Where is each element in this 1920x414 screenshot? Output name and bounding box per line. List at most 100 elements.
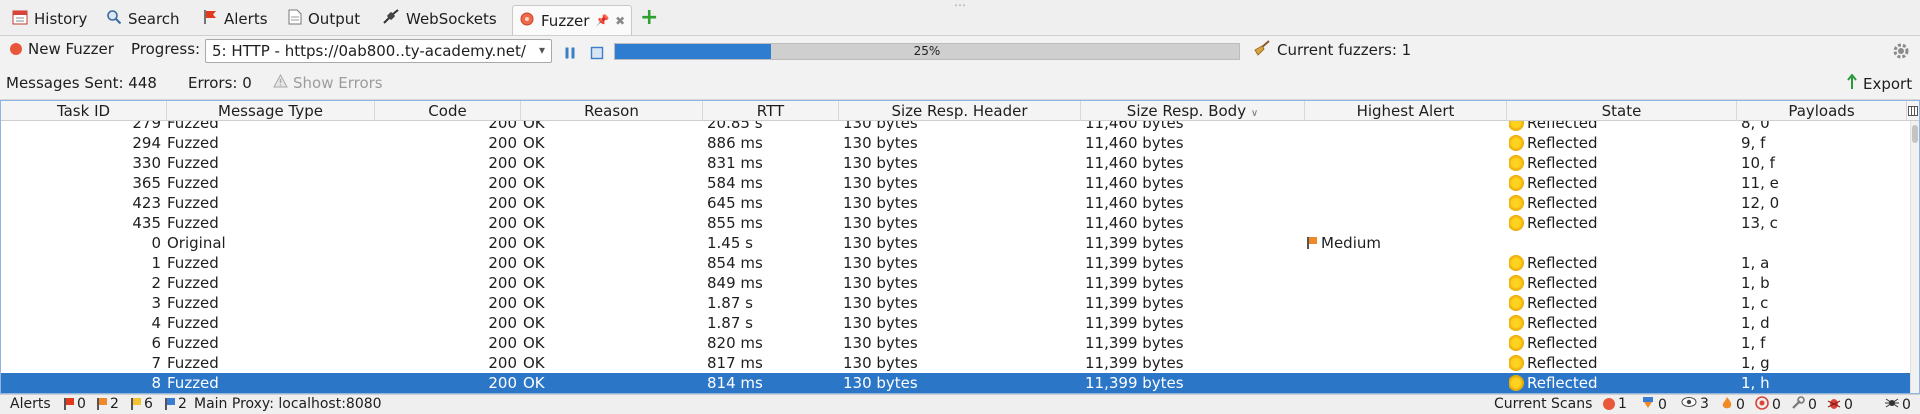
cell-task-id-text: 365	[132, 174, 161, 192]
vertical-scrollbar[interactable]	[1910, 121, 1919, 393]
table-row[interactable]: 3 Fuzzed 200 OK 1.87 s 130 bytes 11,399 bytes R…	[1, 293, 1910, 313]
table-row[interactable]: 423 Fuzzed 200 OK 645 ms 130 bytes 11,460 byte…	[1, 193, 1910, 213]
column-state[interactable]: State	[1507, 101, 1737, 121]
scan-spider[interactable]: 1	[1603, 396, 1627, 412]
scan-active[interactable]: 0	[1721, 396, 1745, 414]
cell-message-type-text: Fuzzed	[167, 194, 219, 212]
table-row[interactable]: 279 Fuzzed 200 OK 20.85 s 130 bytes 11,460 byt…	[1, 121, 1910, 133]
column-rtt[interactable]: RTT	[703, 101, 839, 121]
scan-forced-browse[interactable]: 0	[1755, 396, 1781, 414]
table-row[interactable]: 6 Fuzzed 200 OK 820 ms 130 bytes 11,399 bytes R…	[1, 333, 1910, 353]
cell-state-text: Reflected	[1527, 254, 1598, 272]
cell-code: 200	[375, 333, 517, 353]
tab-output-label: Output	[308, 10, 361, 28]
export-button[interactable]: Export	[1846, 73, 1912, 94]
wrench-icon	[1791, 396, 1805, 414]
cell-rtt: 855 ms	[707, 213, 837, 233]
cell-reason-text: OK	[523, 334, 545, 352]
cell-rtt: 849 ms	[707, 273, 837, 293]
cell-message-type: Fuzzed	[167, 373, 367, 393]
cell-task-id: 0	[1, 233, 161, 253]
footer-alert-info[interactable]: 2	[165, 396, 187, 412]
cell-size-resp-header-text: 130 bytes	[843, 314, 918, 332]
new-fuzzer-button[interactable]: New Fuzzer	[10, 40, 114, 58]
cell-rtt: 645 ms	[707, 193, 837, 213]
tab-history[interactable]: History	[6, 6, 93, 32]
cell-payloads-text: 8, 0	[1741, 121, 1770, 132]
table-row[interactable]: 7 Fuzzed 200 OK 817 ms 130 bytes 11,399 bytes R…	[1, 353, 1910, 373]
table-row[interactable]: 365 Fuzzed 200 OK 584 ms 130 bytes 11,460 byte…	[1, 173, 1910, 193]
tab-fuzzer[interactable]: Fuzzer 📌 ✖	[512, 5, 633, 35]
cell-state-text: Reflected	[1527, 314, 1598, 332]
table-row[interactable]: 2 Fuzzed 200 OK 849 ms 130 bytes 11,399 bytes R…	[1, 273, 1910, 293]
fuzzer-toolbar: New Fuzzer Progress: 5: HTTP - https://0…	[0, 36, 1920, 66]
table-row[interactable]: 330 Fuzzed 200 OK 831 ms 130 bytes 11,460 byte…	[1, 153, 1910, 173]
tab-search[interactable]: Search	[100, 6, 186, 32]
cell-task-id: 6	[1, 333, 161, 353]
scan-fuzzer[interactable]: 0	[1791, 396, 1817, 414]
scan-passive[interactable]: 3	[1681, 396, 1709, 412]
column-size-resp-header[interactable]: Size Resp. Header	[839, 101, 1081, 121]
cell-payloads-text: 1, d	[1741, 314, 1770, 332]
footer-alert-low[interactable]: 6	[131, 396, 153, 412]
cell-task-id-text: 4	[151, 314, 161, 332]
cell-state-text: Reflected	[1527, 294, 1598, 312]
table-row[interactable]: 294 Fuzzed 200 OK 886 ms 130 bytes 11,460 byte…	[1, 133, 1910, 153]
add-tab-icon[interactable]: +	[640, 6, 658, 30]
column-chooser-button[interactable]	[1907, 101, 1919, 121]
cell-task-id-text: 435	[132, 214, 161, 232]
reflected-sun-icon	[1509, 196, 1523, 210]
scrollbar-thumb[interactable]	[1912, 125, 1918, 143]
footer-alerts-label: Alerts	[10, 396, 51, 412]
cell-size-resp-body-text: 11,399 bytes	[1085, 374, 1184, 392]
pin-icon[interactable]: 📌	[595, 14, 609, 27]
cell-highest-alert-text: Medium	[1321, 234, 1381, 252]
table-row[interactable]: 0 Original 200 OK 1.45 s 130 bytes 11,399 byte…	[1, 233, 1910, 253]
settings-button[interactable]	[1892, 42, 1910, 60]
cell-reason-text: OK	[523, 254, 545, 272]
cell-rtt: 854 ms	[707, 253, 837, 273]
cell-payloads-text: 1, c	[1741, 294, 1769, 312]
column-code[interactable]: Code	[375, 101, 521, 121]
cell-state: Reflected	[1509, 121, 1735, 133]
cell-code: 200	[375, 313, 517, 333]
cell-rtt-text: 849 ms	[707, 274, 763, 292]
show-errors-button[interactable]: Show Errors	[273, 73, 383, 92]
cell-reason: OK	[523, 313, 699, 333]
gear-icon	[1893, 43, 1909, 59]
current-fuzzers-label: Current fuzzers: 1	[1277, 41, 1412, 59]
table-row[interactable]: 4 Fuzzed 200 OK 1.87 s 130 bytes 11,399 bytes R…	[1, 313, 1910, 333]
footer-alert-high[interactable]: 0	[64, 396, 86, 412]
close-icon[interactable]: ✖	[615, 14, 625, 28]
tab-websockets[interactable]: WebSockets	[376, 6, 503, 32]
scan-bug[interactable]: 0	[1827, 396, 1853, 414]
tab-output[interactable]: Output	[282, 6, 366, 32]
tab-alerts[interactable]: Alerts	[196, 6, 274, 32]
column-task-id[interactable]: Task ID	[1, 101, 167, 121]
column-size-resp-body[interactable]: Size Resp. Body ∨	[1081, 101, 1305, 121]
column-payloads[interactable]: Payloads	[1737, 101, 1907, 121]
cell-rtt-text: 831 ms	[707, 154, 763, 172]
column-reason[interactable]: Reason	[521, 101, 703, 121]
table-row[interactable]: 1 Fuzzed 200 OK 854 ms 130 bytes 11,399 bytes R…	[1, 253, 1910, 273]
stop-button[interactable]	[588, 44, 606, 62]
progress-select[interactable]: 5: HTTP - https://0ab800..ty-academy.net…	[205, 39, 552, 63]
scan-count: 0	[1658, 397, 1667, 413]
cell-state-text: Reflected	[1527, 334, 1598, 352]
scan-other[interactable]: 0	[1885, 396, 1911, 414]
drag-grip-icon[interactable]: ⋯	[954, 0, 967, 12]
bug-icon	[1827, 396, 1841, 414]
scan-ajax[interactable]: 0	[1641, 396, 1667, 414]
pause-button[interactable]	[561, 44, 579, 62]
column-highest-alert[interactable]: Highest Alert	[1305, 101, 1507, 121]
cell-size-resp-header-text: 130 bytes	[843, 374, 918, 392]
warning-icon	[273, 73, 288, 92]
cell-size-resp-header-text: 130 bytes	[843, 294, 918, 312]
progress-bar: 25%	[614, 43, 1240, 60]
table-row[interactable]: 8 Fuzzed 200 OK 814 ms 130 bytes 11,399 bytes R…	[1, 373, 1910, 393]
footer-alert-medium[interactable]: 2	[97, 396, 119, 412]
cell-reason: OK	[523, 133, 699, 153]
cell-size-resp-header-text: 130 bytes	[843, 134, 918, 152]
column-message-type[interactable]: Message Type	[167, 101, 375, 121]
table-row[interactable]: 435 Fuzzed 200 OK 855 ms 130 bytes 11,460 byte…	[1, 213, 1910, 233]
